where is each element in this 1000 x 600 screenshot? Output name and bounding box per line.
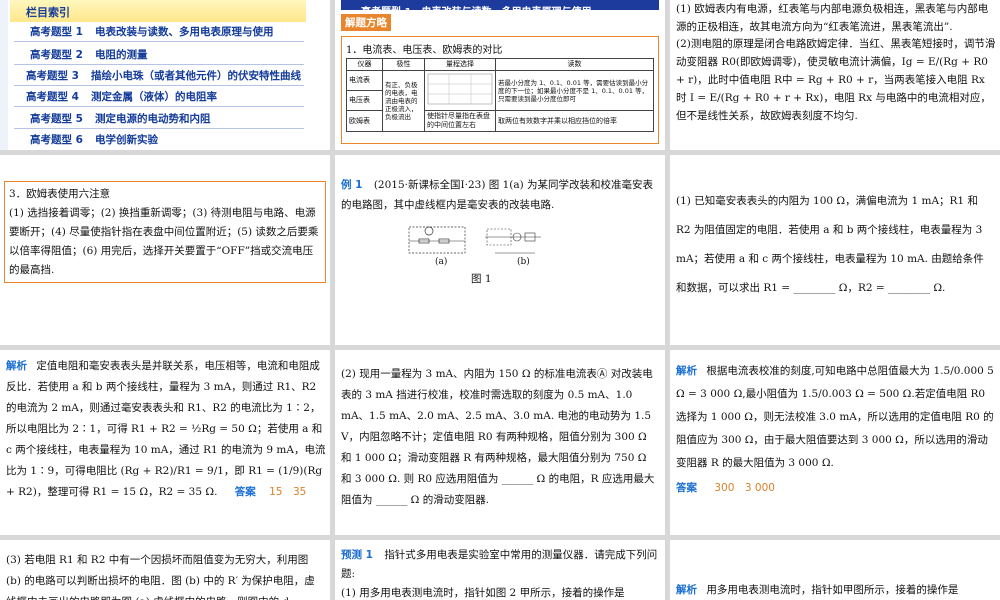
slide-question-3: (3) 若电阻 R1 和 R2 中有一个因损坏而阻值变为无穷大，利用图 (b) … <box>0 540 330 600</box>
slide-prediction-1: 预测 1 指针式多用电表是实验室中常用的测量仪器．请完成下列问题: (1) 用多… <box>335 540 665 600</box>
table-header: 读数 <box>495 58 654 71</box>
slide-table: 高考题型 1 电表改装与读数、多用电表原理与使用 解题方略 1．电流表、电压表、… <box>335 0 665 150</box>
table-header: 极性 <box>382 58 425 71</box>
slide-example-1: 例 1 (2015·新课标全国Ⅰ·23) 图 1(a) 为某同学改装和校准毫安表… <box>335 155 665 345</box>
index-item-4[interactable]: 高考题型 4 测定金属（液体）的电阻率 <box>14 88 304 107</box>
comparison-box: 1．电流表、电压表、欧姆表的对比 仪器 极性 量程选择 读数 电流表 有正、负极… <box>341 36 659 144</box>
table-header-row: 仪器 极性 量程选择 读数 <box>346 58 654 71</box>
analysis-body: 定值电阻和毫安表表头是并联关系，电压相等，电流和电阻成反比．若使用 a 和 b … <box>6 360 326 498</box>
slide-question-2: (2) 现用一量程为 3 mA、内阻为 150 Ω 的标准电流表Ⓐ 对改装电表的… <box>335 350 665 535</box>
slide-analysis-1: 解析 定值电阻和毫安表表头是并联关系，电压相等，电流和电阻成反比．若使用 a 和… <box>0 350 330 535</box>
table-header: 仪器 <box>346 58 383 71</box>
analysis-tag: 解析 <box>676 584 697 596</box>
slide-analysis-3: 解析 用多用电表测电流时，指针如甲图所示，接着的操作是 <box>670 540 1000 600</box>
index-item-1[interactable]: 高考题型 1 电表改装与读数、多用电表原理与使用 <box>14 23 304 42</box>
answer-value: 300 3 000 <box>714 482 775 494</box>
table-cell: 欧姆表 <box>346 110 383 132</box>
slide-analysis-2: 解析 根据电流表校准的刻度,可知电路中总阻值最大为 1.5/0.000 5 Ω … <box>670 350 1000 535</box>
index-item-2[interactable]: 高考题型 2 电阻的测量 <box>14 46 304 65</box>
table-cell: 电压表 <box>346 90 383 111</box>
paragraph-1: (1) 欧姆表内有电源，红表笔与内部电源负极相连，黑表笔与内部电源的正极相连，故… <box>676 3 989 33</box>
prediction-body: 指针式多用电表是实验室中常用的测量仪器．请完成下列问题: (1) 用多用电表测电… <box>341 549 658 599</box>
notes-text: 3．欧姆表使用六注意 (1) 选挡接着调零；(2) 换挡重新调零；(3) 待测电… <box>9 188 319 276</box>
example-tag: 例 1 <box>341 179 363 191</box>
answer-label: 答案 <box>234 486 256 498</box>
slide-ohmmeter-principle: (1) 欧姆表内有电源，红表笔与内部电源负极相连，黑表笔与内部电源的正极相连，故… <box>670 0 1000 150</box>
answer-value: 15 35 <box>269 486 307 498</box>
analysis-tag: 解析 <box>6 360 27 372</box>
question-3-text: (3) 若电阻 R1 和 R2 中有一个因损坏而阻值变为无穷大，利用图 (b) … <box>6 554 315 600</box>
analysis-1-text: 解析 定值电阻和毫安表表头是并联关系，电压相等，电流和电阻成反比．若使用 a 和… <box>6 356 326 503</box>
example-body: (2015·新课标全国Ⅰ·23) 图 1(a) 为某同学改装和校准毫安表的电路图… <box>341 179 654 211</box>
notes-box: 3．欧姆表使用六注意 (1) 选挡接着调零；(2) 换挡重新调零；(3) 待测电… <box>4 181 326 283</box>
table-cell: 若最小分度为 1、0.1、0.01 等，需要估读到最小分度的下一位；如果最小分度… <box>495 70 654 111</box>
figure-label-a: (a) <box>435 257 448 267</box>
table-cell: 有正、负极的电表，电流由电表的正极流入，负极流出 <box>382 70 425 132</box>
answer-line: 答案 300 3 000 <box>676 480 775 495</box>
question-2-text: (2) 现用一量程为 3 mA、内阻为 150 Ω 的标准电流表Ⓐ 对改装电表的… <box>341 368 655 506</box>
slide-title-bar: 高考题型 1 电表改装与读数、多用电表原理与使用 <box>341 0 659 18</box>
table-cell: 使指针尽量指在表盘的中间位置左右 <box>424 110 496 132</box>
analysis-3-text: 解析 用多用电表测电流时，指针如甲图所示，接着的操作是 <box>676 580 996 600</box>
comparison-heading: 1．电流表、电压表、欧姆表的对比 <box>346 45 503 56</box>
meter-comparison-table: 仪器 极性 量程选择 读数 电流表 有正、负极的电表，电流由电表的正极流入，负极… <box>346 58 654 132</box>
range-mini-diagram <box>427 73 493 105</box>
answer-label: 答案 <box>676 482 697 494</box>
analysis-2-text: 解析 根据电流表校准的刻度,可知电路中总阻值最大为 1.5/0.000 5 Ω … <box>676 360 996 475</box>
question-1-text: (1) 已知毫安表表头的内阻为 100 Ω，满偏电流为 1 mA；R1 和 R2… <box>676 195 984 294</box>
table-cell: 电流表 <box>346 70 383 91</box>
table-cell <box>424 70 496 111</box>
table-header: 量程选择 <box>424 58 496 71</box>
analysis-body: 用多用电表测电流时，指针如甲图所示，接着的操作是 <box>706 584 959 596</box>
index-item-5[interactable]: 高考题型 5 测定电源的电动势和内阻 <box>14 110 304 129</box>
index-item-6[interactable]: 高考题型 6 电学创新实验 <box>14 131 304 150</box>
index-header: 栏目索引 <box>10 0 306 22</box>
example-text: 例 1 (2015·新课标全国Ⅰ·23) 图 1(a) 为某同学改装和校准毫安表… <box>341 175 659 215</box>
table-cell: 取两位有效数字并乘以相应挡位的倍率 <box>495 110 654 132</box>
analysis-tag: 解析 <box>676 365 697 377</box>
slide-question-1: (1) 已知毫安表表头的内阻为 100 Ω，满偏电流为 1 mA；R1 和 R2… <box>670 155 1000 345</box>
prediction-text: 预测 1 指针式多用电表是实验室中常用的测量仪器．请完成下列问题: (1) 用多… <box>341 546 659 600</box>
figure-label-b: (b) <box>517 257 530 267</box>
prediction-tag: 预测 1 <box>341 549 373 561</box>
analysis-body: 根据电流表校准的刻度,可知电路中总阻值最大为 1.5/0.000 5 Ω = 3… <box>676 365 994 469</box>
index-item-3[interactable]: 高考题型 3 描绘小电珠（或者其他元件）的伏安特性曲线 <box>14 67 304 86</box>
figure-caption: 图 1 <box>471 273 492 285</box>
table-row: 电流表 有正、负极的电表，电流由电表的正极流入，负极流出 若最小分度为 1、0.… <box>346 70 654 132</box>
index-side-bar <box>0 0 8 150</box>
paragraph-2: (2)测电阻的原理是闭合电路欧姆定律．当红、黑表笔短接时，调节滑动变阻器 R0(… <box>676 38 996 122</box>
slide-index: 栏目索引 高考题型 1 电表改装与读数、多用电表原理与使用 高考题型 2 电阻的测量… <box>0 0 330 150</box>
method-badge: 解题方略 <box>341 14 391 31</box>
slide-ohmmeter-notes: 3．欧姆表使用六注意 (1) 选挡接着调零；(2) 换挡重新调零；(3) 待测电… <box>0 155 330 345</box>
